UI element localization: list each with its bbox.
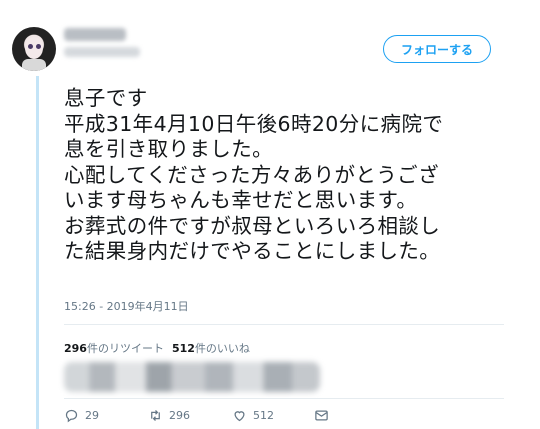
- tweet-line: た結果身内だけでやることにしました。: [64, 239, 441, 263]
- divider: [64, 324, 504, 325]
- tweet-line: 息子です: [64, 86, 148, 110]
- display-name-blurred: [64, 28, 126, 41]
- like-count: 512: [253, 409, 274, 422]
- divider: [64, 398, 504, 399]
- like-stat-label: 件のいいね: [194, 342, 250, 355]
- retweet-count: 296: [169, 409, 190, 422]
- engagement-stats: 296件のリツイート 512件のいいね: [64, 340, 250, 356]
- like-icon: [234, 411, 245, 422]
- avatar[interactable]: [12, 27, 56, 71]
- follow-button[interactable]: フォローする: [383, 35, 491, 63]
- like-stat-count: 512: [171, 342, 195, 355]
- liker-avatars-blurred: [64, 362, 320, 392]
- retweet-stat-label: 件のリツイート: [86, 342, 164, 355]
- tweet-text: 息子です 平成31年4月10日午後6時20分に病院で 息を引き取りました。 心配…: [64, 86, 524, 265]
- reply-count: 29: [85, 409, 99, 422]
- tweet-line: 平成31年4月10日午後6時20分に病院で: [64, 111, 444, 136]
- tweet-timestamp[interactable]: 15:26 - 2019年4月11日: [64, 298, 189, 314]
- like-stat[interactable]: 512件のいいね: [172, 342, 250, 355]
- tweet-line: 息を引き取りました。: [64, 137, 273, 161]
- retweet-button[interactable]: 296: [148, 408, 232, 423]
- username-blurred: [64, 47, 140, 57]
- direct-message-button[interactable]: [314, 408, 335, 423]
- avatar-eye-right: [36, 44, 41, 49]
- reply-icon: [65, 409, 78, 423]
- avatar-shirt: [22, 59, 46, 71]
- user-info[interactable]: [64, 28, 140, 57]
- reply-button[interactable]: 29: [64, 408, 148, 423]
- thread-line: [36, 76, 39, 429]
- retweet-stat-count: 296: [64, 342, 87, 355]
- tweet-line: お葬式の件ですが叔母といろいろ相談し: [64, 213, 441, 238]
- tweet-card: フォローする 息子です 平成31年4月10日午後6時20分に病院で 息を引き取り…: [0, 0, 540, 429]
- tweet-line: 心配してくださった方々ありがとうござ: [64, 162, 439, 187]
- action-bar: 29 296 512: [64, 408, 335, 423]
- like-button[interactable]: 512: [232, 408, 314, 423]
- retweet-icon: [151, 410, 160, 421]
- message-icon: [315, 410, 328, 421]
- tweet-line: います母ちゃんも幸せだと思います。: [64, 188, 418, 212]
- retweet-stat[interactable]: 296件のリツイート: [64, 342, 164, 355]
- avatar-eye-left: [28, 44, 33, 49]
